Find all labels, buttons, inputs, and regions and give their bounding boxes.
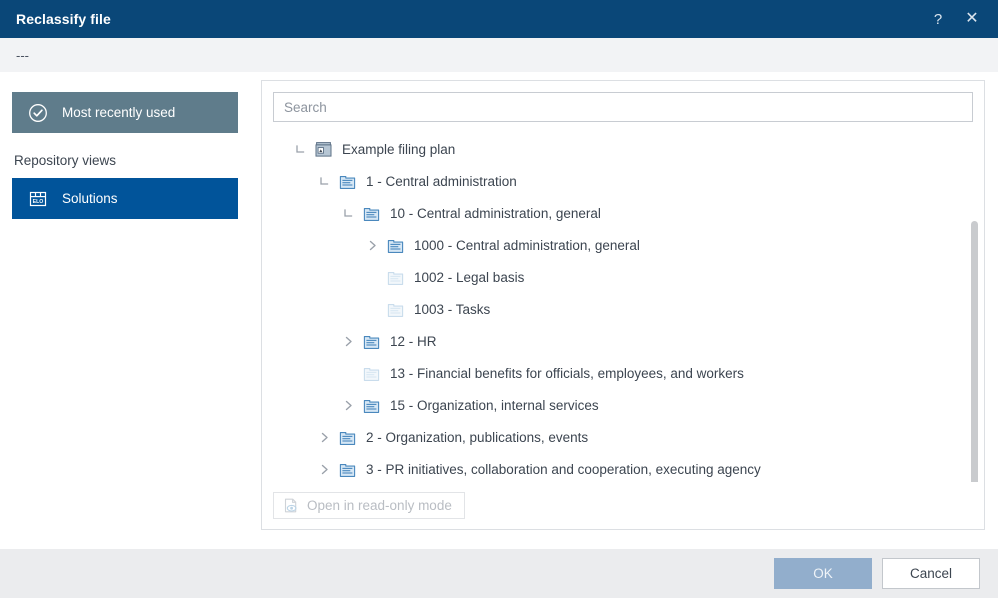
- tree-node-expand-toggle[interactable]: [314, 427, 334, 447]
- tree-node[interactable]: 1002 - Legal basis: [262, 261, 984, 293]
- elo-archive-icon: ELO: [26, 187, 50, 211]
- readonly-button-wrap: Open in read-only mode: [273, 492, 465, 519]
- sidebar-item-most-recently-used[interactable]: Most recently used: [12, 92, 238, 133]
- cancel-button[interactable]: Cancel: [882, 558, 980, 589]
- tree-node-label: Example filing plan: [342, 141, 456, 157]
- ok-button[interactable]: OK: [774, 558, 872, 589]
- sidebar-item-solutions[interactable]: ELO Solutions: [12, 178, 238, 219]
- tree-node-expand-toggle[interactable]: [314, 171, 334, 191]
- register-icon-faded: [361, 363, 381, 383]
- dialog-subheader: ---: [0, 38, 998, 72]
- tree-node-expand-toggle[interactable]: [338, 203, 358, 223]
- titlebar-actions: ? ✕: [930, 11, 980, 27]
- tree-node-label: 1 - Central administration: [366, 173, 517, 189]
- tree-node[interactable]: 13 - Financial benefits for officials, e…: [262, 357, 984, 389]
- search-input[interactable]: [273, 92, 973, 122]
- document-preview-icon: [282, 497, 299, 514]
- tree-node-label: 1000 - Central administration, general: [414, 237, 640, 253]
- tree-scrollbar-thumb[interactable]: [971, 221, 978, 482]
- tree-node[interactable]: Example filing plan: [262, 133, 984, 165]
- tree-node-label: 12 - HR: [390, 333, 437, 349]
- archive-icon: [313, 139, 333, 159]
- tree-node-label: 1002 - Legal basis: [414, 269, 525, 285]
- dialog-body: Most recently used Repository views ELO …: [0, 72, 998, 549]
- tree-node[interactable]: 12 - HR: [262, 325, 984, 357]
- register-icon: [361, 331, 381, 351]
- tree-node-expand-toggle[interactable]: [338, 331, 358, 351]
- tree-scrollbar[interactable]: [970, 133, 980, 482]
- close-icon[interactable]: ✕: [964, 11, 980, 27]
- sidebar-item-label: Solutions: [62, 190, 118, 206]
- tree-node-label: 10 - Central administration, general: [390, 205, 601, 221]
- register-icon: [361, 203, 381, 223]
- help-question-icon[interactable]: ?: [930, 12, 946, 27]
- register-icon-faded: [385, 299, 405, 319]
- check-circle-icon: [26, 101, 50, 125]
- sidebar: Most recently used Repository views ELO …: [0, 72, 250, 549]
- tree-node-toggle-placeholder: [362, 267, 382, 287]
- tree-node-label: 1003 - Tasks: [414, 301, 491, 317]
- tree-node[interactable]: 1003 - Tasks: [262, 293, 984, 325]
- register-icon: [385, 235, 405, 255]
- register-icon: [361, 395, 381, 415]
- tree-node[interactable]: 1000 - Central administration, general: [262, 229, 984, 261]
- search-row: [262, 81, 984, 122]
- tree-node-expand-toggle[interactable]: [338, 395, 358, 415]
- tree-node-expand-toggle[interactable]: [290, 139, 310, 159]
- register-icon: [337, 427, 357, 447]
- filing-plan-tree: Example filing plan 1 - Central administr…: [262, 133, 984, 482]
- tree-node[interactable]: 10 - Central administration, general: [262, 197, 984, 229]
- dialog-title: Reclassify file: [16, 11, 111, 27]
- tree-node-label: 3 - PR initiatives, collaboration and co…: [366, 461, 761, 477]
- tree-node[interactable]: 15 - Organization, internal services: [262, 389, 984, 421]
- readonly-button-label: Open in read-only mode: [307, 498, 452, 513]
- tree-node-label: 2 - Organization, publications, events: [366, 429, 589, 445]
- tree-node-expand-toggle[interactable]: [314, 459, 334, 479]
- svg-text:ELO: ELO: [33, 199, 44, 205]
- tree-node[interactable]: 2 - Organization, publications, events: [262, 421, 984, 453]
- sidebar-section-label: Repository views: [14, 153, 117, 168]
- tree-node-label: 13 - Financial benefits for officials, e…: [390, 365, 744, 381]
- register-icon: [337, 459, 357, 479]
- tree-node-toggle-placeholder: [338, 363, 358, 383]
- tree-node-toggle-placeholder: [362, 299, 382, 319]
- register-icon-faded: [385, 267, 405, 287]
- register-icon: [337, 171, 357, 191]
- tree-node-label: 15 - Organization, internal services: [390, 397, 599, 413]
- tree-node[interactable]: 3 - PR initiatives, collaboration and co…: [262, 453, 984, 482]
- tree-node-expand-toggle[interactable]: [362, 235, 382, 255]
- dialog-titlebar: Reclassify file ? ✕: [0, 0, 998, 38]
- sidebar-item-label: Most recently used: [62, 104, 176, 120]
- subheader-text: ---: [16, 47, 29, 63]
- tree-node[interactable]: 1 - Central administration: [262, 165, 984, 197]
- repository-tree-panel: Example filing plan 1 - Central administr…: [261, 80, 985, 530]
- open-in-read-only-mode-button[interactable]: Open in read-only mode: [273, 492, 465, 519]
- dialog-footer: OK Cancel: [0, 549, 998, 598]
